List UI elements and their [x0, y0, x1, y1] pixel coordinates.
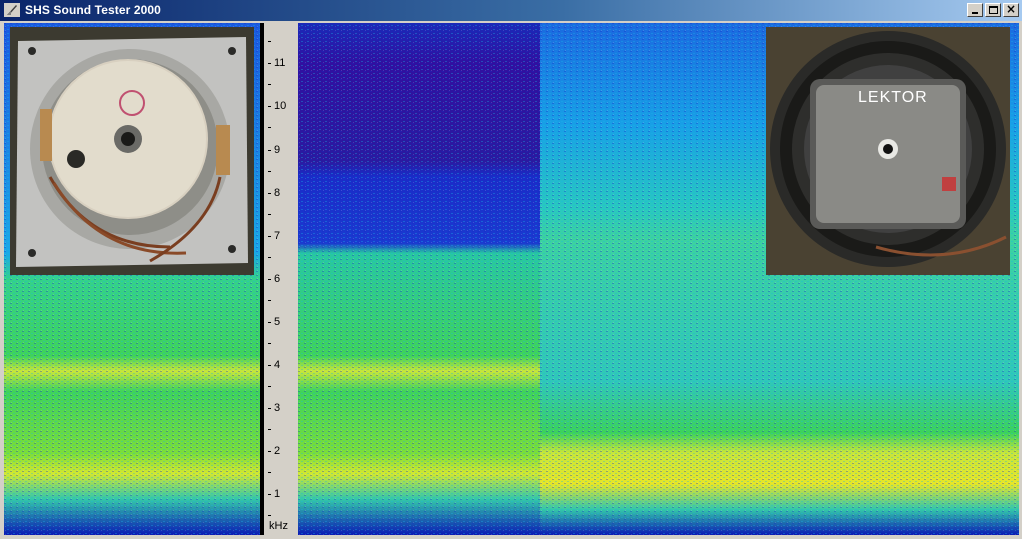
spectrogram-area: 11 10 9 8 7 6 5 4 3 2 1 kHz LEKTOR [4, 23, 1019, 535]
spectrogram-middle [298, 23, 540, 535]
speaker-brand-label: LEKTOR [858, 89, 928, 106]
maximize-icon [989, 6, 998, 14]
title-bar[interactable]: SHS Sound Tester 2000 × [0, 0, 1022, 21]
app-icon[interactable] [4, 3, 20, 17]
axis-unit-label: kHz [269, 520, 288, 532]
minimize-icon [972, 12, 978, 14]
speaker-photo-left [10, 27, 254, 275]
minimize-button[interactable] [967, 3, 983, 17]
app-window: SHS Sound Tester 2000 × 11 10 9 8 7 6 5 … [0, 0, 1022, 539]
axis-minor-ticks [268, 41, 271, 516]
close-button[interactable]: × [1003, 2, 1019, 17]
window-controls: × [965, 2, 1019, 17]
close-icon: × [1006, 2, 1017, 16]
frequency-axis: 11 10 9 8 7 6 5 4 3 2 1 kHz [264, 23, 298, 535]
maximize-button[interactable] [985, 3, 1001, 17]
speaker-photo-right: LEKTOR [766, 27, 1010, 275]
window-title: SHS Sound Tester 2000 [25, 3, 161, 17]
